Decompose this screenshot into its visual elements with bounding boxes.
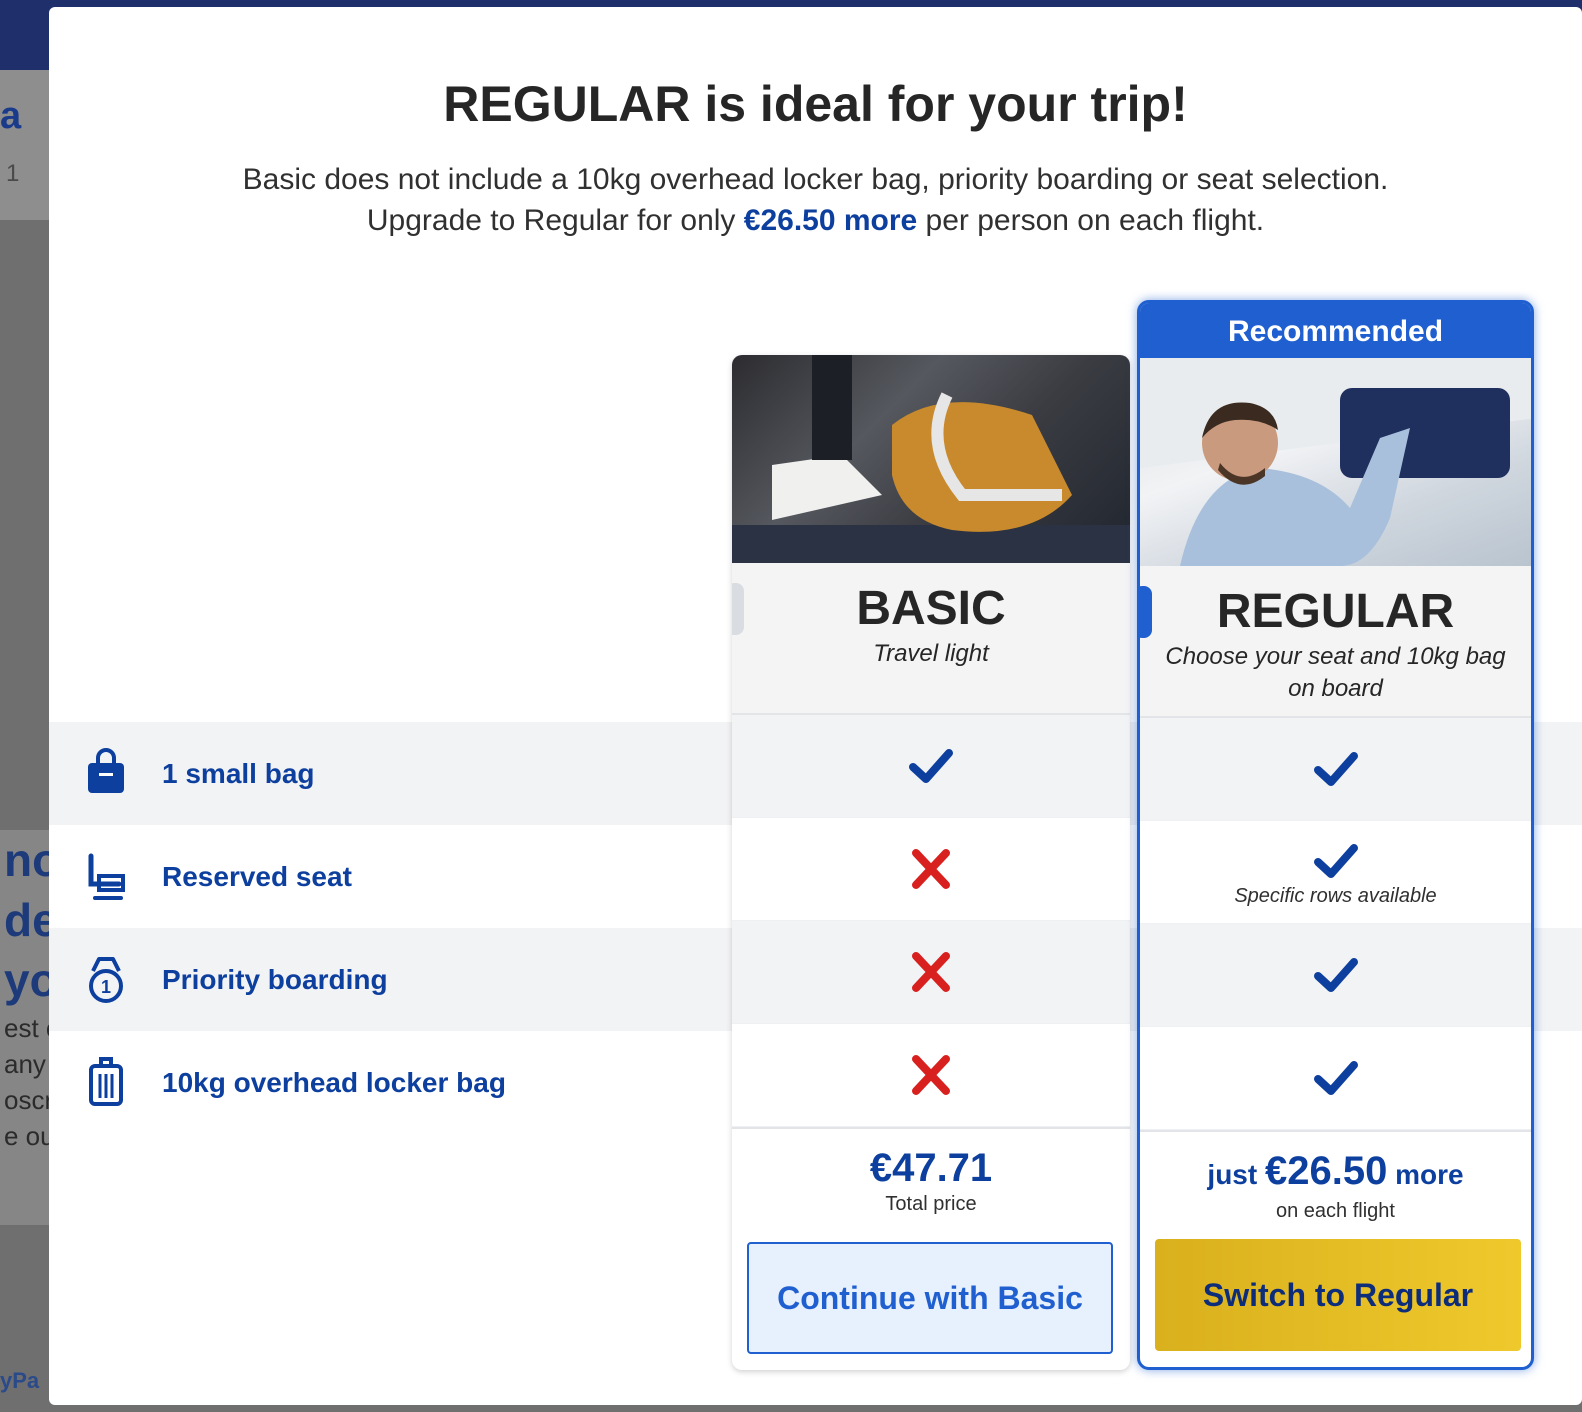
check-icon — [1313, 752, 1358, 786]
plan-tagline: Choose your seat and 10kg bag on board — [1165, 643, 1506, 702]
plan-name: REGULAR — [1216, 585, 1455, 638]
subtitle-line1: Basic does not include a 10kg overhead l… — [242, 163, 1389, 196]
regular-plan-tab — [1140, 586, 1152, 638]
regular-price: just €26.50 more — [1140, 1148, 1531, 1198]
basic-price: €47.71 — [869, 1146, 993, 1190]
plan-card-basic[interactable]: BASIC Travel light €47.71 Total price Co… — [732, 355, 1130, 1370]
regular-price-area: just €26.50 more on each flight — [1140, 1130, 1531, 1223]
subtitle-price-highlight: €26.50 more — [743, 204, 918, 237]
seat-note: Specific rows available — [1234, 885, 1437, 907]
upgrade-modal: REGULAR is ideal for your trip! Basic do… — [49, 7, 1582, 1405]
modal-title: REGULAR is ideal for your trip! — [443, 76, 1188, 132]
recommended-banner: Recommended — [1140, 303, 1531, 358]
basic-cell-priority-boarding — [732, 921, 1130, 1024]
basic-cell-locker-bag — [732, 1024, 1130, 1127]
switch-to-regular-button[interactable]: Switch to Regular — [1155, 1239, 1521, 1351]
regular-price-sub: on each flight — [1276, 1200, 1395, 1222]
continue-with-basic-button[interactable]: Continue with Basic — [747, 1242, 1113, 1354]
plan-card-regular[interactable]: Recommended REGULAR Choose your seat and… — [1137, 300, 1534, 1370]
seat-icon — [88, 853, 125, 900]
basic-cell-reserved-seat — [732, 818, 1130, 921]
cross-icon — [912, 1055, 950, 1095]
locker-bag-icon — [89, 1057, 123, 1106]
price-amount: €26.50 — [1264, 1149, 1388, 1193]
small-bag-icon — [88, 748, 124, 793]
priority-boarding-icon: 1 — [89, 957, 123, 1003]
basic-plan-tab — [732, 583, 744, 635]
regular-cell-small-bag — [1140, 718, 1531, 821]
plan-name: BASIC — [856, 582, 1006, 635]
basic-plan-photo — [732, 355, 1130, 563]
background-text: a — [0, 95, 22, 137]
plan-tagline: Travel light — [873, 640, 989, 667]
subtitle-post: per person on each flight. — [917, 204, 1265, 237]
regular-cell-reserved-seat: Specific rows available — [1140, 821, 1531, 924]
price-prefix: just — [1207, 1159, 1265, 1190]
subtitle-pre: Upgrade to Regular for only — [366, 204, 744, 237]
regular-plan-photo — [1140, 358, 1531, 566]
price-suffix: more — [1387, 1159, 1464, 1190]
feature-label: Reserved seat — [162, 861, 352, 892]
cross-icon — [912, 849, 950, 889]
check-icon — [909, 749, 953, 783]
regular-cell-priority-boarding — [1140, 924, 1531, 1027]
basic-price-sub: Total price — [885, 1193, 977, 1215]
cross-icon — [912, 952, 950, 992]
feature-label: Priority boarding — [162, 964, 388, 995]
check-icon — [1313, 844, 1358, 878]
check-icon — [1313, 958, 1358, 992]
regular-photo-illustration — [1140, 358, 1531, 566]
basic-price-area: €47.71 Total price — [732, 1127, 1130, 1216]
basic-photo-illustration — [732, 355, 1130, 563]
feature-label: 10kg overhead locker bag — [162, 1067, 506, 1098]
background-passenger-count: 1 — [6, 160, 20, 187]
feature-label: 1 small bag — [162, 758, 315, 789]
svg-text:1: 1 — [101, 977, 111, 997]
regular-cell-locker-bag — [1140, 1027, 1531, 1130]
modal-subtitle: Basic does not include a 10kg overhead l… — [49, 159, 1582, 241]
regular-plan-header: REGULAR Choose your seat and 10kg bag on… — [1140, 566, 1531, 718]
basic-plan-header: BASIC Travel light — [732, 563, 1130, 715]
basic-cell-small-bag — [732, 715, 1130, 818]
check-icon — [1313, 1061, 1358, 1095]
background-pay-logo: yPa — [0, 1368, 40, 1393]
